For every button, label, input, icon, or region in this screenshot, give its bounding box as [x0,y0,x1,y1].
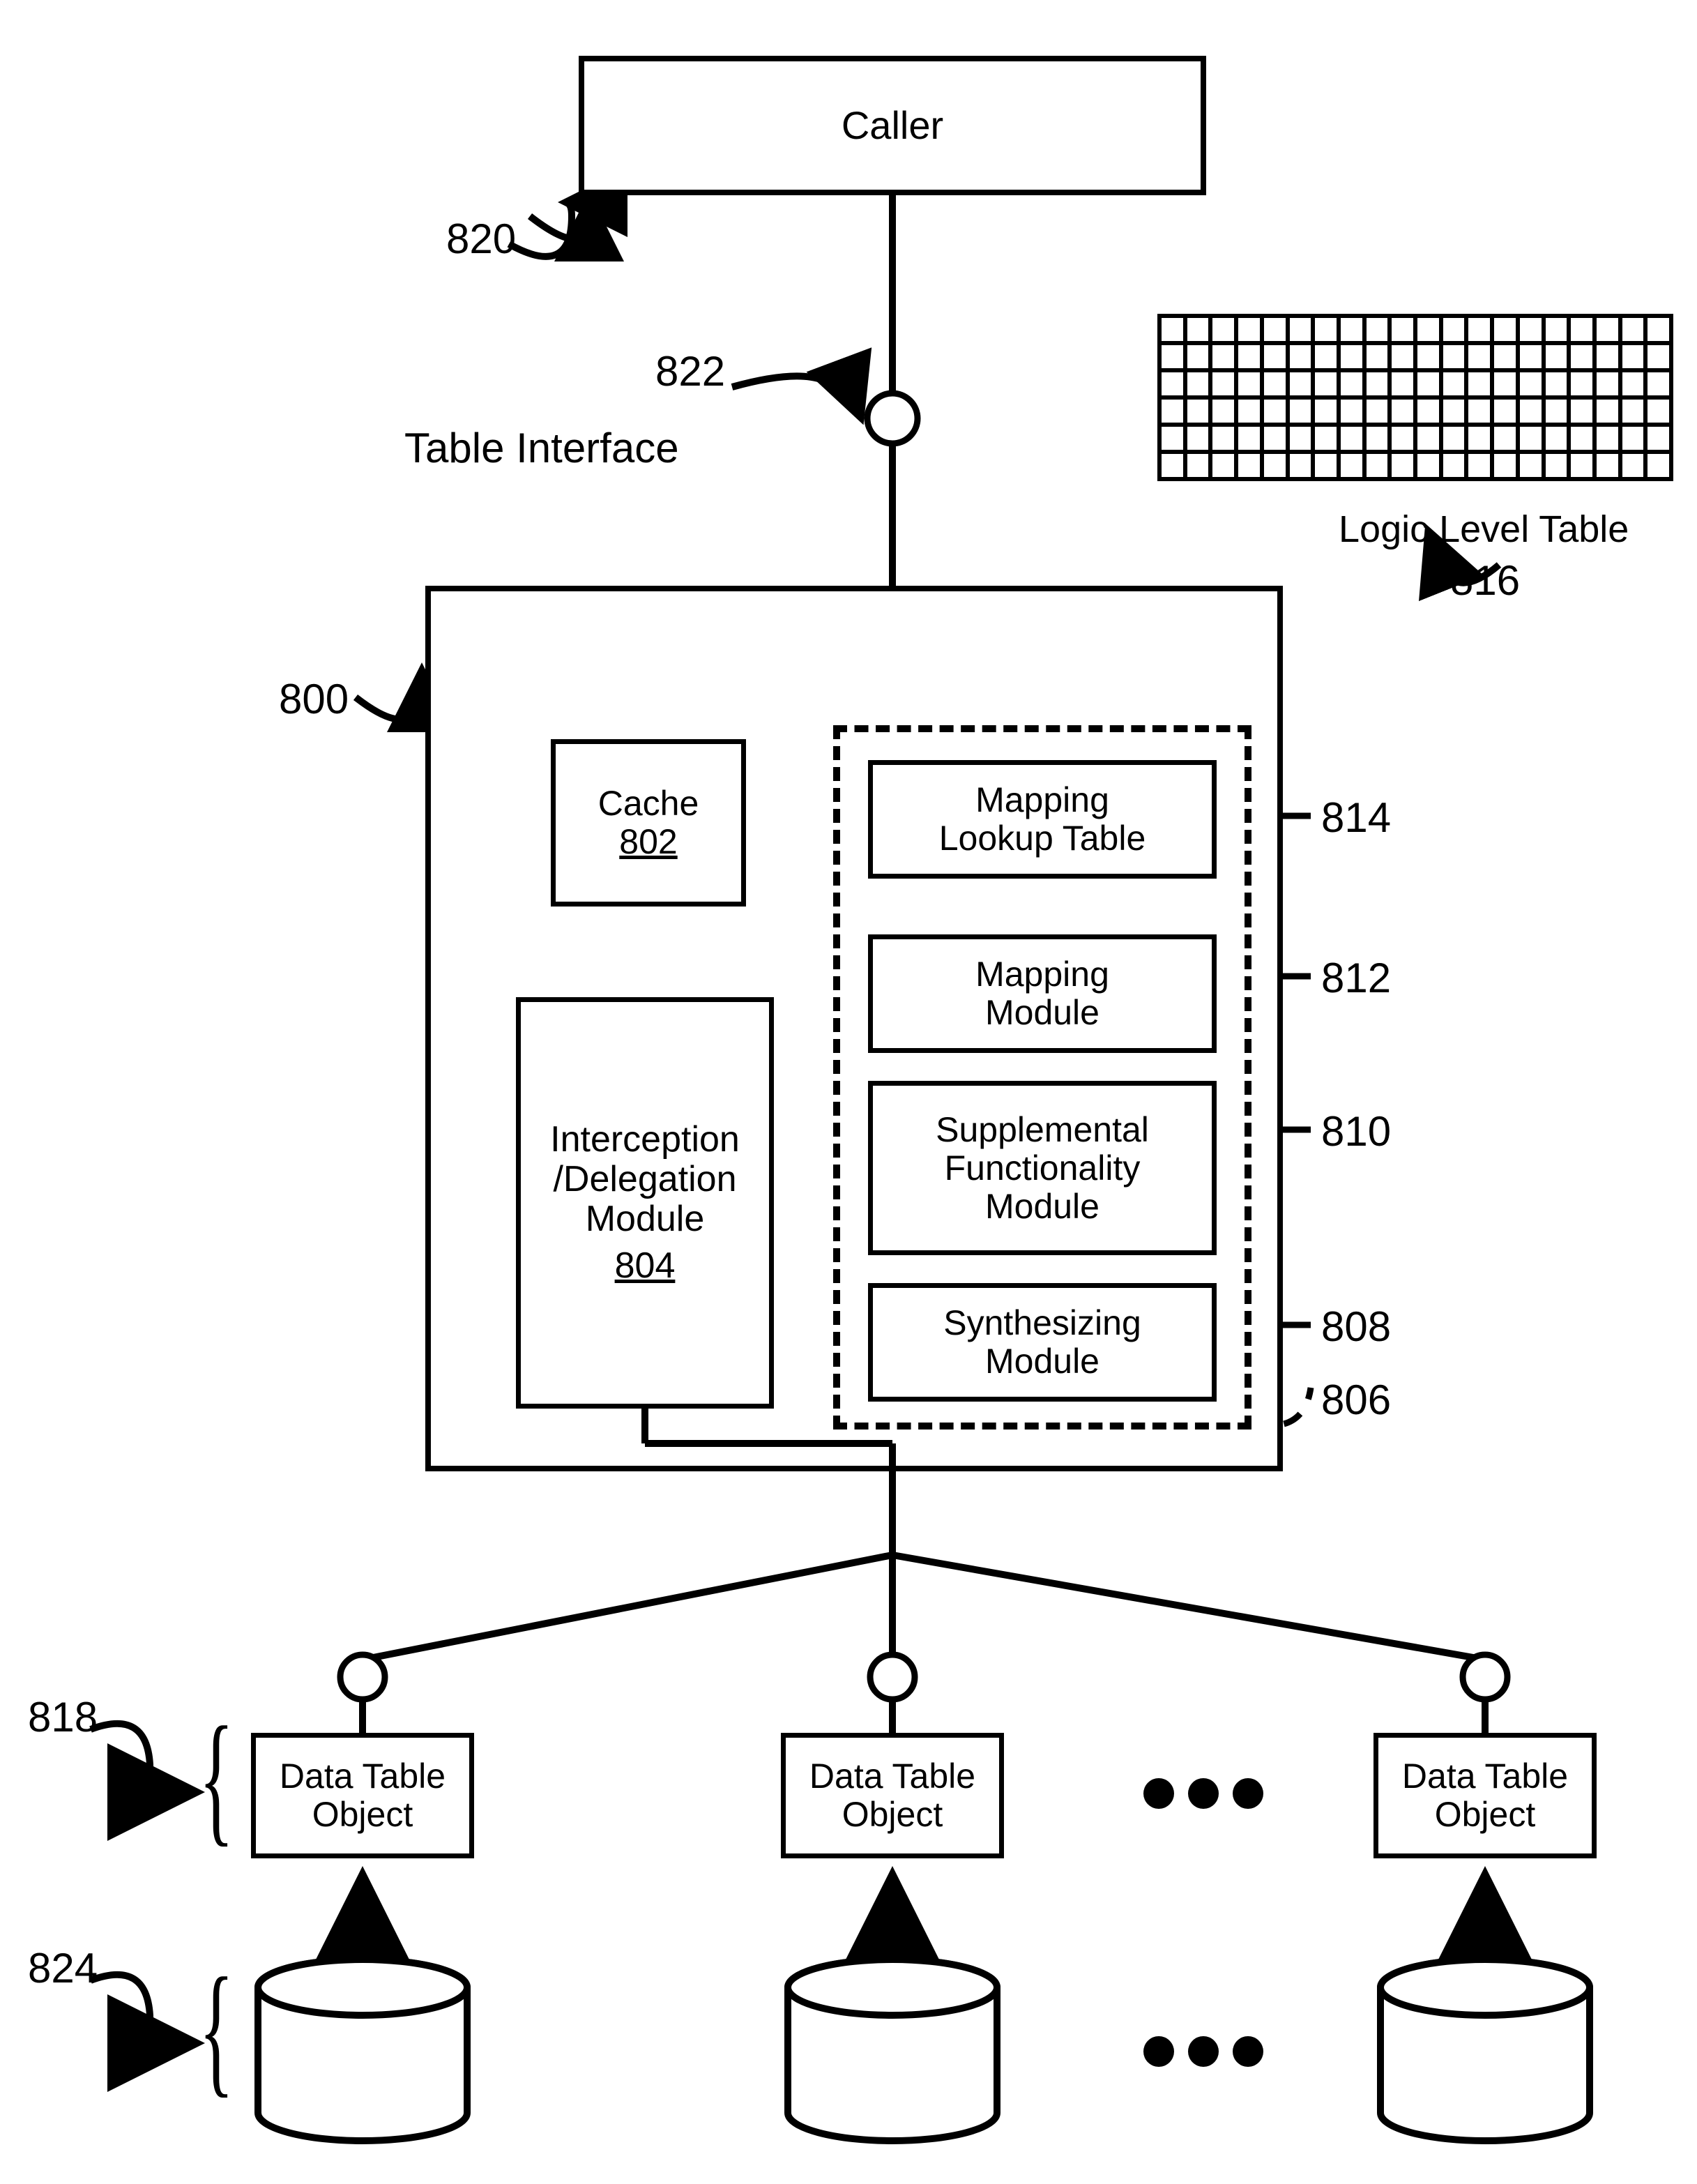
ref-820: 820 [446,216,516,262]
ellipsis-dto [1143,1778,1263,1809]
ref-802: 802 [619,823,677,861]
data-table-object-2: Data Table Object [781,1733,1004,1858]
mapping-module-label: Mapping Module [975,955,1109,1032]
mapping-lookup-label: Mapping Lookup Table [939,781,1146,858]
table-interface-label: Table Interface [404,425,679,471]
supplemental-label: Supplemental Functionality Module [936,1111,1149,1226]
interception-delegation-box: Interception /Delegation Module 804 [516,997,774,1409]
ref-808: 808 [1321,1304,1391,1350]
dto-label-3: Data Table Object [1402,1757,1568,1834]
data-table-object-1: Data Table Object [251,1733,474,1858]
dto-label-1: Data Table Object [280,1757,446,1834]
ellipsis-db [1143,2036,1263,2067]
ref-810: 810 [1321,1109,1391,1155]
ref-816: 816 [1450,558,1520,604]
ref-806: 806 [1321,1377,1391,1423]
data-table-object-3: Data Table Object [1373,1733,1597,1858]
interception-delegation-label: Interception /Delegation Module [550,1120,740,1240]
cache-box: Cache 802 [551,739,746,907]
ref-800: 800 [279,676,349,722]
cache-label: Cache [598,784,699,823]
synthesizing-module-box: Synthesizing Module [868,1283,1217,1402]
caller-box: Caller [579,56,1206,195]
ref-812: 812 [1321,955,1391,1001]
ref-804: 804 [615,1246,676,1286]
brace-818: { [199,1694,234,1863]
ref-814: 814 [1321,795,1391,841]
supplemental-module-box: Supplemental Functionality Module [868,1081,1217,1255]
dto-label-2: Data Table Object [809,1757,975,1834]
mapping-module-box: Mapping Module [868,934,1217,1053]
mapping-lookup-box: Mapping Lookup Table [868,760,1217,879]
brace-824: { [199,1946,234,2114]
logic-level-table-label: Logic Level Table [1339,509,1629,550]
caller-label: Caller [842,103,943,148]
logic-level-table [1157,314,1673,481]
synthesizing-label: Synthesizing Module [943,1304,1141,1381]
ref-818: 818 [28,1694,98,1741]
ref-824: 824 [28,1946,98,1992]
ref-822: 822 [655,349,725,395]
